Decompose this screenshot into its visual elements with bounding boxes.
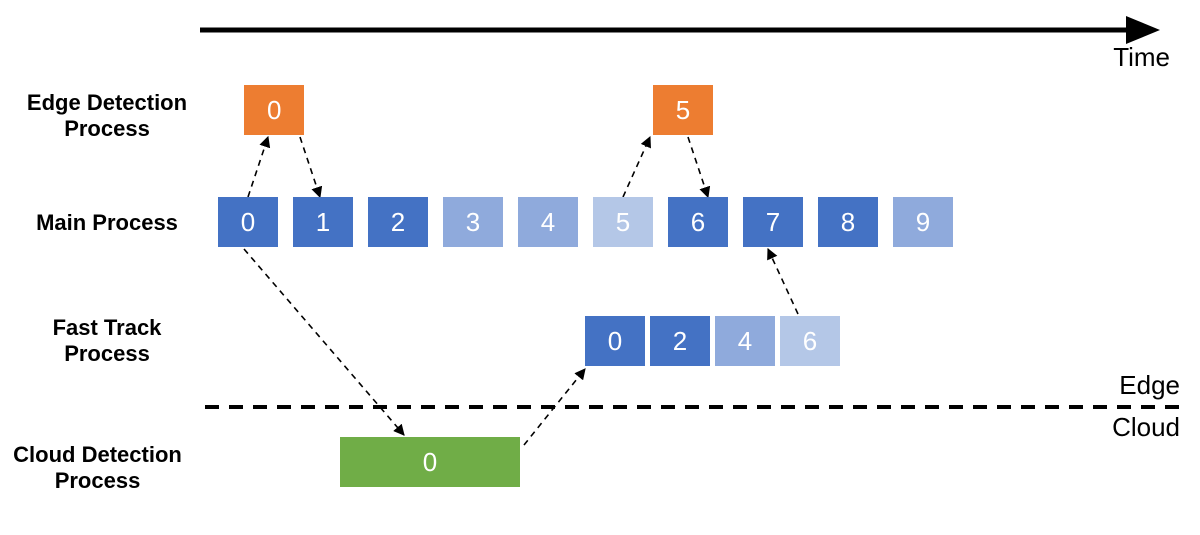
arrow-main0-to-cloud0 — [244, 249, 404, 435]
main-block-0: 0 — [218, 197, 278, 247]
arrow-main0-to-edge0 — [248, 137, 268, 197]
main-block-7: 7 — [743, 197, 803, 247]
main-block-8: 8 — [818, 197, 878, 247]
cloud-detection-block-0: 0 — [340, 437, 520, 487]
arrow-main5-to-edge5 — [623, 137, 650, 197]
label-main-process: Main Process — [22, 210, 192, 236]
time-axis-label: Time — [1113, 42, 1170, 73]
edge-detection-block-0: 0 — [244, 85, 304, 135]
fast-track-block-4: 4 — [715, 316, 775, 366]
label-fast-track-process: Fast TrackProcess — [22, 315, 192, 368]
diagram-canvas: { "axis": { "label": "Time" }, "zones": … — [0, 0, 1200, 535]
main-block-5: 5 — [593, 197, 653, 247]
edge-detection-block-5: 5 — [653, 85, 713, 135]
main-block-2: 2 — [368, 197, 428, 247]
fast-track-block-6: 6 — [780, 316, 840, 366]
zone-label-cloud: Cloud — [1112, 412, 1180, 443]
main-block-4: 4 — [518, 197, 578, 247]
fast-track-block-0: 0 — [585, 316, 645, 366]
main-block-9: 9 — [893, 197, 953, 247]
main-block-3: 3 — [443, 197, 503, 247]
arrow-fast6-to-main7 — [768, 249, 798, 314]
zone-label-edge: Edge — [1119, 370, 1180, 401]
main-block-1: 1 — [293, 197, 353, 247]
main-block-6: 6 — [668, 197, 728, 247]
arrow-edge0-to-main1 — [300, 137, 320, 197]
label-edge-detection-process: Edge DetectionProcess — [22, 90, 192, 143]
fast-track-block-2: 2 — [650, 316, 710, 366]
arrow-cloud0-to-fast0 — [524, 369, 585, 445]
arrow-edge5-to-main6 — [688, 137, 708, 197]
label-cloud-detection-process: Cloud DetectionProcess — [0, 442, 195, 495]
